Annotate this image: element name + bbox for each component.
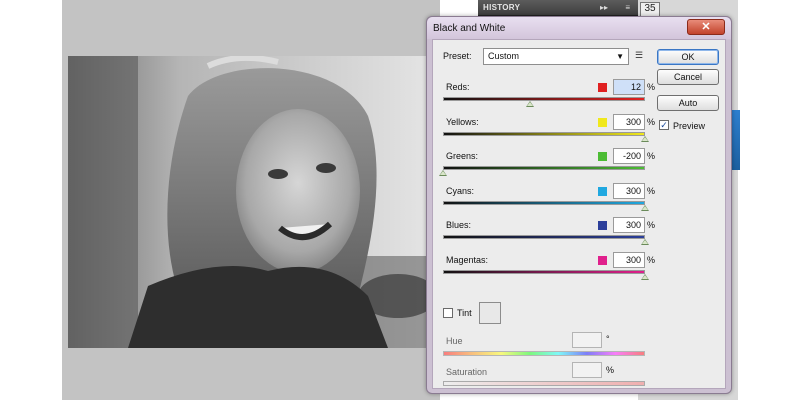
black-and-white-dialog: Black and White ✕ Preset: Custom ▼ ☰ OK … bbox=[426, 16, 732, 394]
cyans-slider-track[interactable] bbox=[443, 200, 645, 205]
dialog-title: Black and White bbox=[433, 23, 506, 34]
hue-label: Hue bbox=[446, 336, 463, 346]
collapse-arrows-icon[interactable]: ▸▸ bbox=[600, 3, 608, 12]
panel-menu-icon[interactable]: ≡ bbox=[625, 3, 630, 12]
yellows-color-swatch bbox=[598, 117, 607, 127]
dialog-client-area: Preset: Custom ▼ ☰ OK Cancel Auto ✓ Prev… bbox=[432, 39, 726, 389]
document-photo[interactable] bbox=[68, 56, 440, 348]
blues-color-swatch bbox=[598, 221, 607, 230]
close-button[interactable]: ✕ bbox=[687, 19, 725, 35]
portrait-image bbox=[68, 56, 440, 348]
reds-color-swatch bbox=[598, 83, 607, 92]
cyans-label: Cyans: bbox=[446, 185, 475, 196]
tint-checkbox[interactable] bbox=[443, 308, 453, 318]
blues-slider-track[interactable] bbox=[443, 235, 645, 239]
magentas-percent-unit: % bbox=[647, 254, 656, 265]
screen: HISTORY ▸▸ ≡ 35 Black and White ✕ Preset… bbox=[0, 0, 800, 400]
ok-button[interactable]: OK bbox=[657, 49, 719, 65]
hue-value-field[interactable] bbox=[572, 332, 602, 348]
history-panel-title: HISTORY bbox=[483, 3, 521, 12]
reds-label: Reds: bbox=[446, 82, 470, 92]
greens-label: Greens: bbox=[446, 151, 479, 161]
magentas-slider-thumb[interactable] bbox=[641, 273, 649, 280]
cyans-value-field[interactable]: 300 bbox=[613, 182, 645, 199]
preset-select[interactable]: Custom ▼ bbox=[483, 48, 629, 65]
saturation-slider[interactable] bbox=[443, 381, 645, 386]
yellows-label: Yellows: bbox=[446, 116, 479, 127]
preset-options-icon[interactable]: ☰ bbox=[635, 50, 643, 61]
greens-slider-thumb[interactable] bbox=[439, 170, 447, 176]
blues-percent-unit: % bbox=[647, 220, 656, 230]
greens-color-swatch bbox=[598, 152, 607, 161]
history-panel-header[interactable]: HISTORY ▸▸ ≡ bbox=[478, 0, 638, 16]
yellows-value-field[interactable]: 300 bbox=[613, 113, 645, 130]
blues-label: Blues: bbox=[446, 220, 472, 230]
cyans-color-swatch bbox=[598, 186, 607, 196]
greens-percent-unit: % bbox=[647, 151, 656, 161]
hue-slider[interactable] bbox=[443, 351, 645, 356]
yellows-slider-track[interactable] bbox=[443, 131, 645, 136]
reds-slider-thumb[interactable] bbox=[525, 101, 534, 107]
saturation-value-field[interactable] bbox=[572, 362, 602, 378]
magentas-value-field[interactable]: 300 bbox=[613, 251, 645, 268]
yellows-slider-thumb[interactable] bbox=[641, 135, 649, 142]
reds-value-field[interactable]: 12 bbox=[613, 79, 645, 95]
reds-percent-unit: % bbox=[647, 82, 656, 92]
greens-slider-track[interactable] bbox=[443, 166, 645, 170]
magentas-color-swatch bbox=[598, 255, 607, 265]
hue-unit: ° bbox=[606, 334, 610, 344]
chevron-down-icon: ▼ bbox=[616, 52, 624, 61]
tint-label: Tint bbox=[457, 308, 472, 318]
cyans-percent-unit: % bbox=[647, 185, 656, 196]
preset-value: Custom bbox=[488, 51, 520, 61]
magentas-label: Magentas: bbox=[446, 254, 489, 265]
reds-slider-track[interactable] bbox=[443, 97, 645, 101]
saturation-unit: % bbox=[606, 365, 615, 375]
saturation-label: Saturation bbox=[446, 367, 488, 377]
magentas-slider-track[interactable] bbox=[443, 269, 645, 274]
tint-color-swatch[interactable] bbox=[479, 302, 501, 324]
preset-label: Preset: bbox=[443, 51, 472, 61]
cancel-button[interactable]: Cancel bbox=[657, 69, 719, 85]
preview-checkbox[interactable]: ✓ bbox=[659, 120, 669, 130]
blues-slider-thumb[interactable] bbox=[641, 239, 649, 245]
dialog-titlebar[interactable]: Black and White ✕ bbox=[427, 17, 731, 39]
greens-value-field[interactable]: -200 bbox=[613, 148, 645, 164]
yellows-percent-unit: % bbox=[647, 116, 656, 127]
preview-label: Preview bbox=[673, 121, 706, 131]
cyans-slider-thumb[interactable] bbox=[641, 204, 649, 211]
auto-button[interactable]: Auto bbox=[657, 95, 719, 111]
blues-value-field[interactable]: 300 bbox=[613, 217, 645, 233]
